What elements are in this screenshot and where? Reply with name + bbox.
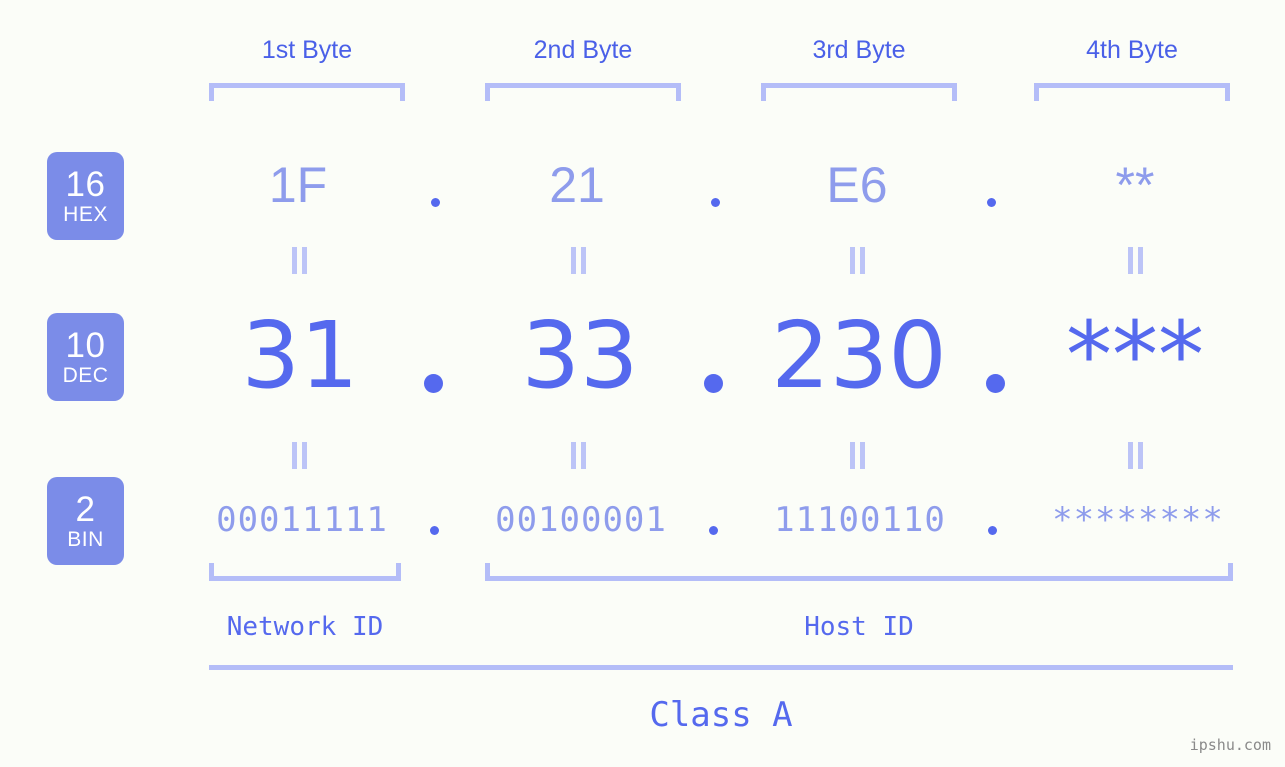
equals-mark-hex-dec-1 [292,247,309,274]
class-bracket [209,665,1233,670]
radix-badge-hex: 16 HEX [47,152,124,240]
radix-badge-dec: 10 DEC [47,313,124,401]
ip-byte-breakdown-diagram: 1st Byte 2nd Byte 3rd Byte 4th Byte 16 H… [0,0,1285,767]
radix-badge-dec-label: DEC [62,364,109,387]
dec-separator-dot-1 [424,374,443,393]
equals-mark-dec-bin-4 [1128,442,1145,469]
equals-mark-dec-bin-2 [571,442,588,469]
bin-byte-4: ******** [1052,500,1224,540]
network-id-label: Network ID [226,612,384,642]
dec-separator-dot-2 [704,374,723,393]
dec-byte-1: 31 [241,302,359,409]
equals-mark-dec-bin-3 [850,442,867,469]
byte-bracket-top-4 [1034,83,1230,101]
byte-header-3: 3rd Byte [812,36,906,64]
byte-bracket-top-3 [761,83,957,101]
byte-bracket-top-1 [209,83,405,101]
class-label: Class A [649,695,793,735]
byte-header-4: 4th Byte [1086,36,1178,64]
byte-header-1: 1st Byte [261,36,353,64]
site-watermark: ipshu.com [1189,736,1271,754]
radix-badge-bin-label: BIN [67,528,104,551]
bin-byte-3: 11100110 [774,500,946,540]
hex-separator-dot-1 [431,198,440,207]
radix-badge-bin: 2 BIN [47,477,124,565]
radix-badge-hex-number: 16 [65,165,106,204]
bin-separator-dot-3 [988,526,997,535]
bin-separator-dot-1 [430,526,439,535]
byte-bracket-top-2 [485,83,681,101]
host-id-bracket [485,563,1233,581]
radix-badge-bin-number: 2 [75,490,96,529]
equals-mark-hex-dec-2 [571,247,588,274]
bin-byte-1: 00011111 [216,500,388,540]
hex-byte-3: E6 [826,157,888,213]
bin-byte-2: 00100001 [495,500,667,540]
host-id-label: Host ID [804,612,914,642]
network-id-bracket [209,563,401,581]
radix-badge-hex-label: HEX [63,203,108,226]
equals-mark-dec-bin-1 [292,442,309,469]
hex-byte-4: ** [1115,157,1155,213]
hex-separator-dot-3 [987,198,996,207]
dec-separator-dot-3 [986,374,1005,393]
equals-mark-hex-dec-3 [850,247,867,274]
hex-separator-dot-2 [711,198,720,207]
radix-badge-dec-number: 10 [65,326,106,365]
dec-byte-4: *** [1066,302,1204,409]
dec-byte-3: 230 [771,302,947,409]
hex-byte-1: 1F [268,157,328,213]
byte-header-2: 2nd Byte [533,36,633,64]
hex-byte-2: 21 [549,157,605,213]
equals-mark-hex-dec-4 [1128,247,1145,274]
dec-byte-2: 33 [521,302,639,409]
bin-separator-dot-2 [709,526,718,535]
